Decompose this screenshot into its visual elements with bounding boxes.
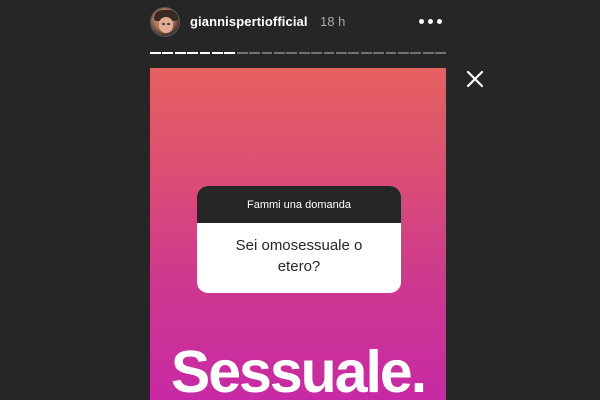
question-sticker-title: Fammi una domanda [197,186,401,223]
avatar-face [159,17,173,33]
avatar-eye [167,23,170,25]
progress-segment [162,52,174,54]
progress-segment [286,52,298,54]
progress-segment [199,52,211,54]
progress-segment [410,52,422,54]
progress-segment [360,52,372,54]
timestamp: 18 h [320,14,346,29]
avatar-eye [162,23,165,25]
progress-segment [174,52,186,54]
progress-segment [224,52,236,54]
more-dot [437,19,442,24]
progress-segment [236,52,248,54]
more-dot [419,19,424,24]
progress-segment [261,52,273,54]
progress-segment [323,52,335,54]
story-header: giannispertiofficial 18 h [150,5,446,39]
story-caption: Sessuale. [170,339,427,400]
progress-segment [211,52,223,54]
username[interactable]: giannispertiofficial [190,14,308,29]
progress-segment [335,52,347,54]
progress-segment [249,52,261,54]
question-sticker[interactable]: Fammi una domanda Sei omosessuale o eter… [197,186,401,293]
progress-segment [311,52,323,54]
progress-segment [348,52,360,54]
progress-segment [435,52,446,54]
avatar[interactable] [150,7,180,37]
progress-segment [373,52,385,54]
more-dot [428,19,433,24]
progress-segment [397,52,409,54]
question-text: Sei omosessuale o etero? [235,237,363,275]
more-options-icon[interactable] [418,13,444,29]
progress-segment [187,52,199,54]
progress-segment [422,52,434,54]
progress-segment [273,52,285,54]
progress-segment [385,52,397,54]
progress-segment [150,52,161,54]
progress-segment [298,52,310,54]
story-content[interactable]: Fammi una domanda Sei omosessuale o eter… [150,68,446,400]
close-icon[interactable] [464,68,486,90]
story-progress-bar [150,52,446,54]
